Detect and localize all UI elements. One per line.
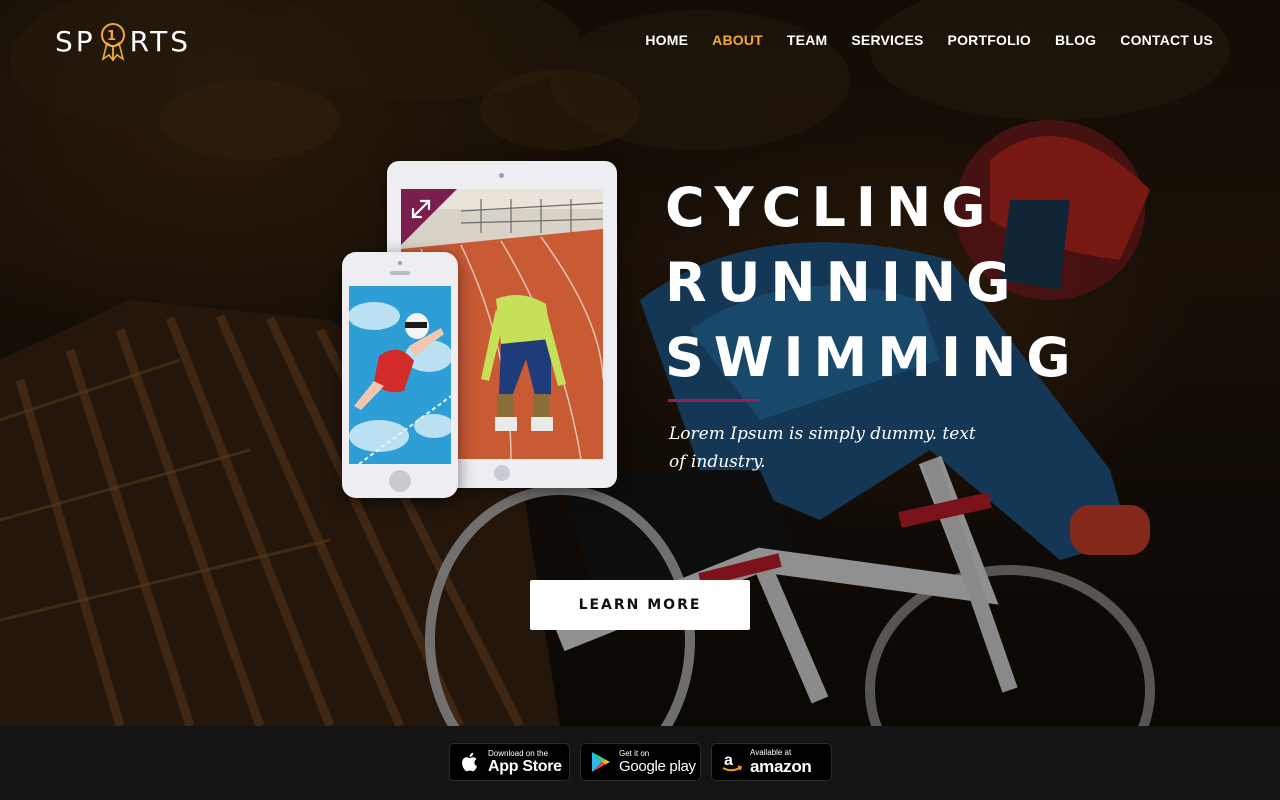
svg-text:a: a bbox=[724, 752, 733, 769]
logo-text-right: RTS bbox=[129, 24, 191, 58]
google-play-big-text: Google play bbox=[619, 758, 696, 775]
phone-camera bbox=[398, 261, 402, 265]
apple-icon bbox=[462, 752, 477, 772]
nav-about[interactable]: ABOUT bbox=[712, 31, 763, 49]
phone-home-button bbox=[389, 470, 411, 492]
hero-headline: CYCLING RUNNING SWIMMING bbox=[665, 170, 1081, 395]
logo-text-left: SP bbox=[55, 24, 96, 58]
tablet-home-button bbox=[494, 465, 510, 481]
app-store-small-text: Download on the bbox=[488, 748, 549, 758]
store-badges: Download on the App Store Get it on Goog… bbox=[449, 743, 832, 781]
google-play-small-text: Get it on bbox=[619, 749, 650, 758]
app-store-big-text: App Store bbox=[488, 757, 562, 775]
medal-icon: 1 bbox=[100, 23, 125, 61]
phone-speaker bbox=[390, 271, 410, 275]
headline-swimming: SWIMMING bbox=[665, 326, 1081, 389]
amazon-small-text: Available at bbox=[750, 748, 792, 757]
expand-icon[interactable] bbox=[409, 197, 433, 221]
nav-contact-us[interactable]: CONTACT US bbox=[1120, 31, 1213, 49]
nav-services[interactable]: SERVICES bbox=[851, 31, 923, 49]
phone-screen-swimmer-image bbox=[349, 286, 451, 464]
amazon-big-text: amazon bbox=[750, 757, 812, 776]
headline-divider bbox=[668, 399, 760, 402]
medal-number: 1 bbox=[107, 29, 119, 44]
nav-portfolio[interactable]: PORTFOLIO bbox=[948, 31, 1031, 49]
google-play-icon bbox=[592, 752, 610, 772]
nav-team[interactable]: TEAM bbox=[787, 31, 827, 49]
amazon-badge[interactable]: a Available at amazon bbox=[711, 743, 832, 781]
tablet-camera bbox=[499, 173, 504, 178]
phone-mockup bbox=[342, 252, 458, 498]
app-store-badge[interactable]: Download on the App Store bbox=[449, 743, 570, 781]
learn-more-button[interactable]: LEARN MORE bbox=[530, 580, 750, 630]
google-play-badge[interactable]: Get it on Google play bbox=[580, 743, 701, 781]
main-nav: HOME ABOUT TEAM SERVICES PORTFOLIO BLOG … bbox=[645, 31, 1213, 49]
hero-tagline: Lorem Ipsum is simply dummy. text of ind… bbox=[669, 424, 976, 472]
headline-cycling: CYCLING bbox=[665, 176, 996, 239]
amazon-icon: a bbox=[722, 752, 743, 772]
headline-running: RUNNING bbox=[665, 251, 1021, 314]
nav-blog[interactable]: BLOG bbox=[1055, 31, 1096, 49]
nav-home[interactable]: HOME bbox=[645, 31, 688, 49]
app-store-footer: Download on the App Store Get it on Goog… bbox=[0, 726, 1280, 800]
sports-logo[interactable]: SP 1 RTS bbox=[55, 21, 191, 61]
